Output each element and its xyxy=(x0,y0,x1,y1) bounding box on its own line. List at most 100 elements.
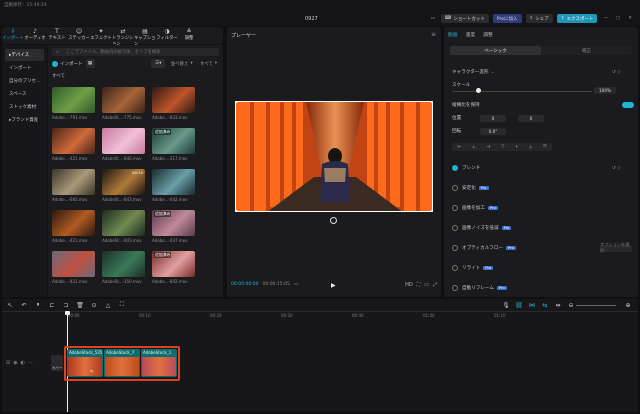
mic-icon[interactable]: 🎙 xyxy=(502,301,510,309)
inspector-row-7[interactable]: 自動リフレーム Pro xyxy=(452,283,632,293)
play-icon[interactable]: ▶ xyxy=(331,282,336,289)
track-audio-icon[interactable]: ◐ xyxy=(21,360,25,366)
media-tab-7[interactable]: ▤キャプション xyxy=(134,27,156,48)
inspector-row-2[interactable]: 安定化 Pro xyxy=(452,183,632,193)
magnet-icon[interactable]: ⋈ xyxy=(528,301,536,309)
search-input[interactable]: ⌕ ここでファイル、動画内の被写体、セリフを検索 xyxy=(52,48,219,56)
inspector-tab-2[interactable]: 速度 xyxy=(466,31,476,38)
inspector-row-3[interactable]: 画像を加工 Pro xyxy=(452,203,632,213)
resize-handle[interactable] xyxy=(431,102,432,103)
media-clip[interactable]: Adobe...-833.mov xyxy=(152,87,195,121)
sidebar-item-6[interactable]: ▸ ブランド資産 xyxy=(5,114,44,126)
pro-join-button[interactable]: Proに加入 xyxy=(492,14,522,23)
minimize-icon[interactable]: — xyxy=(601,14,610,23)
crop-tool-icon[interactable]: ⛶ xyxy=(118,301,126,309)
reset-icon[interactable]: ↺ ◇ xyxy=(612,70,621,75)
project-title[interactable]: 0927 xyxy=(305,16,318,22)
enable-checkbox[interactable] xyxy=(452,265,458,271)
track-visible-icon[interactable]: ◉ xyxy=(13,360,17,366)
resize-handle[interactable] xyxy=(236,210,237,211)
timeline-clip[interactable]: AdobeStock_535 xyxy=(67,349,103,377)
zoom-out-icon[interactable]: ⊖ xyxy=(567,301,575,309)
media-clip[interactable]: AdobeSt...-350.mov xyxy=(102,251,145,285)
zoom-slider[interactable] xyxy=(576,305,616,306)
undo-icon[interactable]: ↶ xyxy=(20,301,28,309)
subtab-basic[interactable]: ベーシック xyxy=(450,46,541,55)
trim-left-icon[interactable]: ⊏ xyxy=(48,301,56,309)
media-tab-8[interactable]: ◑ フィルター xyxy=(156,27,178,42)
select-tool-icon[interactable]: ↖ xyxy=(6,301,14,309)
scale-value-field[interactable]: 100% xyxy=(594,87,616,94)
rotate-field[interactable]: 0.0° xyxy=(480,127,506,135)
preview-canvas[interactable] xyxy=(235,101,433,212)
quality-icon[interactable]: HD xyxy=(405,282,413,288)
media-tab-1[interactable]: ⇩ インポート xyxy=(2,27,24,42)
media-tab-3[interactable]: T テキスト xyxy=(46,27,68,42)
media-clip[interactable]: 00:19 AdobeSt...-843.mov xyxy=(102,169,145,203)
transform-row[interactable]: キャラクター変形 ⌄ ↺ ◇ xyxy=(452,67,632,77)
media-tab-4[interactable]: ☺ ステッカー xyxy=(68,27,90,42)
optical-flow-select[interactable]: オプションを選択 xyxy=(600,242,632,253)
layout-icon[interactable]: ▭ xyxy=(429,14,437,23)
scale-slider-thumb[interactable] xyxy=(476,88,481,93)
media-clip[interactable]: Adobe...-683.mov xyxy=(52,169,95,203)
inspector-row-6[interactable]: リライト Pro xyxy=(452,263,632,273)
sidebar-item-1[interactable]: ▸ デバイス xyxy=(5,49,44,61)
import-button[interactable]: インポート xyxy=(52,59,83,68)
sidebar-item-5[interactable]: ストック素材 xyxy=(5,101,44,113)
media-clip[interactable]: Adobe...-642.mov xyxy=(152,169,195,203)
enable-checkbox[interactable] xyxy=(452,285,458,291)
uniform-scale-toggle[interactable] xyxy=(622,102,634,108)
grid-view-icon[interactable]: ▦ xyxy=(85,59,95,68)
media-tab-6[interactable]: ⇄トランジション xyxy=(112,27,134,48)
resize-handle[interactable] xyxy=(236,102,237,103)
media-clip[interactable]: Adobe...-421.mov xyxy=(52,251,95,285)
ratio-icon[interactable]: ▭ xyxy=(424,282,429,288)
subtab-correction[interactable]: 補正 xyxy=(541,46,632,55)
sidebar-item-4[interactable]: スペース xyxy=(5,88,44,100)
resize-handle[interactable] xyxy=(431,210,432,211)
inspector-tab-1[interactable]: 動画 xyxy=(448,31,458,38)
snap-icon[interactable]: ⇆ xyxy=(541,301,549,309)
sort-button[interactable]: 並べ替え ▾ xyxy=(168,59,194,68)
enable-checkbox[interactable] xyxy=(452,165,458,171)
maximize-icon[interactable]: ▢ xyxy=(614,14,622,23)
media-clip[interactable]: AdobeSt...-775.mov xyxy=(102,87,145,121)
inspector-row-5[interactable]: オプティカルフロー Pro オプションを選択 xyxy=(452,242,632,253)
mask-icon[interactable]: △ xyxy=(104,301,112,309)
align-center-icon[interactable]: ⊥ xyxy=(472,145,476,150)
media-clip[interactable]: Adobe...-421.mov xyxy=(52,128,95,162)
filter-all-button[interactable]: すべて ▾ xyxy=(198,59,219,68)
shortcut-button[interactable]: ⌨ ショートカット xyxy=(440,14,489,23)
crop-icon[interactable]: ⛶ xyxy=(417,282,421,288)
rotate-handle-icon[interactable] xyxy=(330,217,337,224)
inspector-row-1[interactable]: ブレンド ↺ ◇ xyxy=(452,163,632,173)
align-top-icon[interactable]: ⊤ xyxy=(501,145,505,150)
timeline-clip[interactable]: AdobeStock_7 xyxy=(104,349,140,377)
media-tab-5[interactable]: ✦ エフェクト xyxy=(90,27,112,42)
preview-axis-icon[interactable]: ⇹ xyxy=(554,301,562,309)
media-clip[interactable]: AdobeSt...-846.mov xyxy=(102,128,145,162)
timeline-clip[interactable]: AdobeStock_1 xyxy=(141,349,177,377)
playhead-handle[interactable] xyxy=(65,311,70,315)
close-icon[interactable]: ✕ xyxy=(626,14,634,23)
align-middle-icon[interactable]: ⊦ xyxy=(516,145,518,150)
fit-icon[interactable]: ⤧ xyxy=(543,144,547,150)
reset-icon[interactable]: ↺ ◇ xyxy=(612,166,621,171)
zoom-in-icon[interactable]: ⊕ xyxy=(624,301,632,309)
media-tab-9[interactable]: ≚ 調整 xyxy=(178,27,200,42)
delete-icon[interactable]: 🗑 xyxy=(76,301,84,309)
sidebar-item-3[interactable]: 自分のプリセ... xyxy=(5,75,44,87)
align-right-icon[interactable]: ⊣ xyxy=(486,145,490,150)
split-icon[interactable]: ⏸ xyxy=(34,301,42,309)
cover-button[interactable]: カバー xyxy=(51,355,63,371)
align-bottom-icon[interactable]: ⊥ xyxy=(528,145,532,150)
position-y-field[interactable]: 0 xyxy=(518,114,544,122)
trim-right-icon[interactable]: ⊐ xyxy=(62,301,70,309)
enable-checkbox[interactable] xyxy=(452,245,458,251)
enable-checkbox[interactable] xyxy=(452,185,458,191)
link-icon[interactable]: ⛓ xyxy=(515,301,523,309)
view-toggle-icon[interactable]: ☰▾ xyxy=(151,59,166,68)
freeze-icon[interactable]: ⊙ xyxy=(90,301,98,309)
time-ruler[interactable]: 00:00 00:10 00:20 00:30 00:40 01:00 01:10 xyxy=(68,312,636,320)
